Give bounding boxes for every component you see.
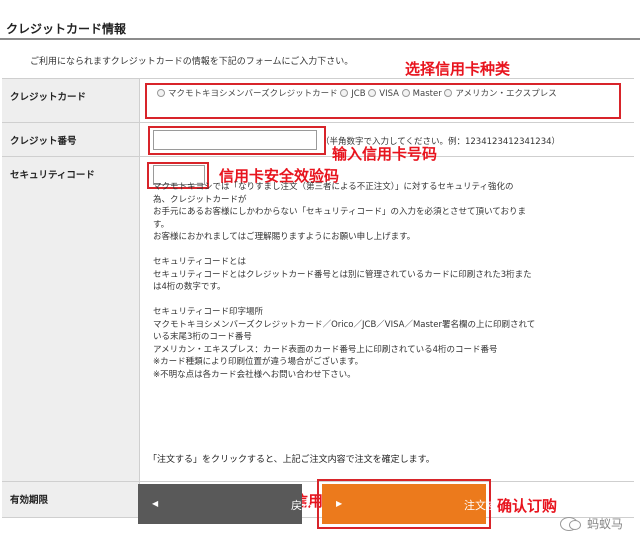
radio-icon[interactable] <box>401 89 410 97</box>
security-code-label: セキュリティコード <box>2 157 140 481</box>
security-code-cell: 信用卡安全效验码 マクモトキヨシでは「なりすまし注文（第三者による不正注文）」に… <box>141 157 634 481</box>
credit-card-form: クレジットカード マクモトキヨシメンバーズクレジットカード JCB VISA M… <box>2 78 634 518</box>
triangle-right-icon: ▶ <box>336 499 343 508</box>
triangle-left-icon: ◀ <box>152 499 159 508</box>
card-type-option-amex[interactable]: アメリカン・エクスプレス <box>444 89 557 99</box>
order-annotation: 确认订购 <box>497 497 558 515</box>
intro-text: ご利用になられますクレジットカードの情報を下記のフォームにご入力下さい。 <box>30 57 354 67</box>
chat-bubble-icon <box>560 516 581 531</box>
card-type-option-mk[interactable]: マクモトキヨシメンバーズクレジットカード <box>157 89 338 99</box>
card-type-cell: マクモトキヨシメンバーズクレジットカード JCB VISA Master アメリ… <box>141 79 634 122</box>
security-paragraph-1: マクモトキヨシでは「なりすまし注文（第三者による不正注文）」に対するセキュリティ… <box>153 182 526 242</box>
title-rule <box>0 38 640 40</box>
card-type-option-master[interactable]: Master <box>401 89 442 99</box>
card-type-label: クレジットカード <box>2 79 140 122</box>
card-type-options: マクモトキヨシメンバーズクレジットカード JCB VISA Master アメリ… <box>157 87 627 102</box>
security-code-explanation: マクモトキヨシでは「なりすまし注文（第三者による不正注文）」に対するセキュリティ… <box>153 181 633 394</box>
card-number-label: クレジット番号 <box>2 123 140 156</box>
section-title: クレジットカード情報 <box>6 22 127 36</box>
confirm-text: 「注文する」をクリックすると、上記ご注文内容で注文を確定します。 <box>148 455 435 465</box>
card-number-row: クレジット番号 （半角数字で入力してください。例：123412341234123… <box>2 123 634 157</box>
back-button[interactable]: ◀ 戻る <box>138 484 313 524</box>
security-paragraph-3: セキュリティコード印字場所 マクモトキヨシメンバーズクレジットカード／Orico… <box>153 307 536 380</box>
radio-icon[interactable] <box>157 89 165 97</box>
order-button[interactable]: ▶ 注文する <box>322 484 508 524</box>
radio-icon[interactable] <box>368 89 377 97</box>
radio-icon[interactable] <box>444 89 453 97</box>
security-paragraph-2: セキュリティコードとは セキュリティコードとはクレジットカード番号とは別に管理さ… <box>153 257 532 292</box>
card-type-option-jcb[interactable]: JCB <box>340 89 366 99</box>
security-code-row: セキュリティコード 信用卡安全效验码 マクモトキヨシでは「なりすまし注文（第三者… <box>2 157 634 482</box>
card-type-annotation: 选择信用卡种类 <box>405 60 511 78</box>
radio-icon[interactable] <box>340 89 349 97</box>
watermark: 蚂蚁马 <box>560 515 623 532</box>
card-number-input[interactable] <box>153 130 317 150</box>
card-type-row: クレジットカード マクモトキヨシメンバーズクレジットカード JCB VISA M… <box>2 79 634 123</box>
expiry-label: 有効期限 <box>2 482 140 517</box>
card-type-option-visa[interactable]: VISA <box>368 89 399 99</box>
